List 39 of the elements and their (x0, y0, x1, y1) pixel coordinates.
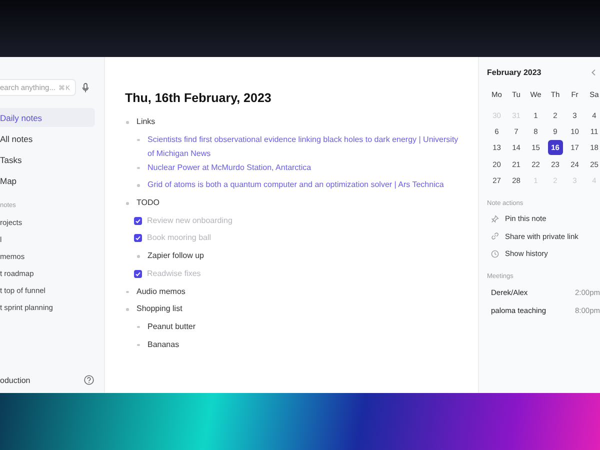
link-icon (491, 232, 499, 240)
note-title: Thu, 16th February, 2023 (125, 91, 272, 105)
checkbox[interactable] (134, 270, 142, 278)
bullet-icon (137, 166, 140, 170)
bullet-icon (126, 290, 128, 293)
list-item-text: Bananas (148, 338, 180, 351)
list-item-text: Links (136, 116, 156, 128)
nav-item[interactable]: Map (0, 171, 95, 190)
clock-icon (491, 250, 499, 258)
bullet-icon (137, 326, 140, 328)
list-item-text: Peanut butter (148, 320, 196, 333)
list-item-text: Shopping list (136, 303, 182, 316)
help-icon[interactable] (84, 375, 94, 385)
list-item-text: Audio memos (136, 286, 186, 298)
list-item-text: Zapier follow up (148, 250, 204, 262)
workspace-name[interactable]: oduction (0, 376, 30, 384)
pin-icon (491, 214, 499, 223)
checkbox[interactable] (134, 216, 142, 225)
bullet-icon (126, 308, 128, 311)
nav-item[interactable]: Tasks (0, 150, 95, 169)
task-text: Readwise fixes (147, 268, 201, 280)
bullet-icon (126, 121, 128, 124)
link[interactable]: Nuclear Power at McMurdo Station, Antarctica (148, 160, 312, 175)
task-text: Book mooring ball (147, 232, 212, 244)
bullet-icon (137, 255, 140, 258)
bullet-icon (137, 184, 140, 187)
nav-item[interactable]: All notes (0, 129, 95, 148)
nav-item[interactable]: Daily notes (0, 108, 95, 127)
checkbox[interactable] (134, 234, 142, 242)
bullet-icon (126, 202, 128, 205)
bullet-icon (137, 344, 140, 346)
chevron-left-icon[interactable] (591, 68, 596, 76)
list-item-text: TODO (136, 197, 160, 210)
microphone-icon[interactable] (82, 82, 89, 92)
link[interactable]: Grid of atoms is both a quantum computer and an optimization solver | Ars Technica (148, 178, 444, 192)
bullet-icon (137, 138, 140, 142)
link[interactable]: Scientists find first observational evidence linking black holes to dark energy | University of Michigan News (148, 132, 464, 161)
task-text: Review new onboarding (147, 214, 232, 227)
calendar-month: February 2023 (487, 68, 542, 76)
